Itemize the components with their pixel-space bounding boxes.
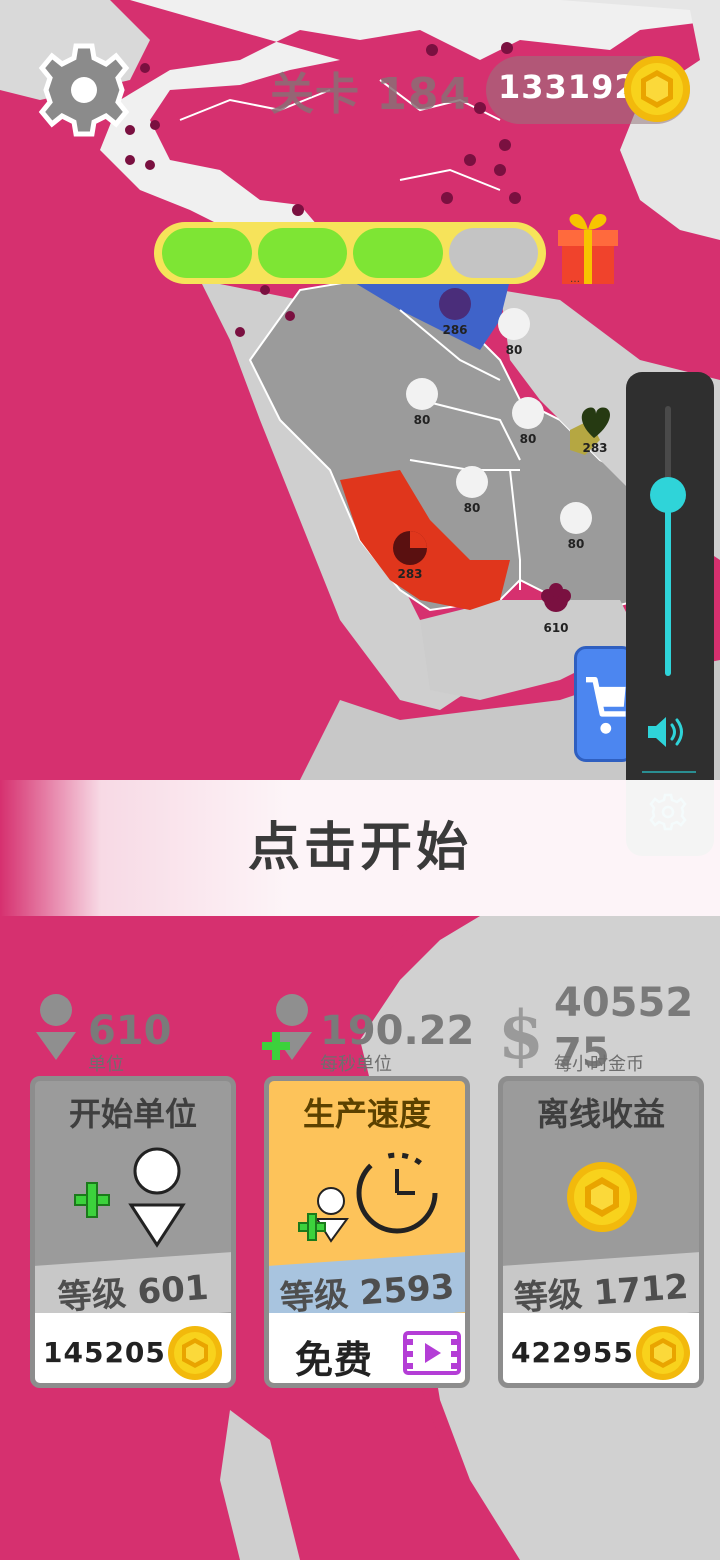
start-units-value: 610 [88,1008,172,1054]
unit-icon [262,994,312,1060]
upgrade-start-units-card[interactable]: 开始单位 等级 601 145205 [30,1076,236,1388]
level-title: 关卡 184 [270,69,472,120]
svg-text:…: … [570,274,580,285]
progress-segment [353,228,443,278]
clock-icon [298,1152,438,1243]
dollar-icon: $ [498,996,544,1074]
marker-blue[interactable]: 286 [439,288,471,337]
land-turkey [100,0,720,260]
upgrade-offline-card[interactable]: 离线收益 等级 1712 422955 [498,1076,704,1388]
coin-icon [636,1326,690,1380]
card-title: 开始单位 [68,1095,197,1133]
panel-divider [642,771,696,773]
svg-text:80: 80 [414,413,431,427]
svg-text:283: 283 [582,441,607,455]
upgrade-production-card[interactable]: 生产速度 等级 2593 免费 [264,1076,470,1388]
svg-text:80: 80 [568,537,585,551]
progress-segment [162,228,252,278]
coin-amount: 133192 [498,68,638,106]
start-units-label: 单位 [88,1054,124,1075]
svg-text:80: 80 [464,501,481,515]
shop-button[interactable] [574,646,634,762]
production-speed-label: 每秒单位 [320,1054,392,1075]
card-price: 免费 [295,1338,374,1382]
progress-segment [448,228,538,278]
coin-icon [168,1326,222,1380]
card-price: 422955 [511,1336,634,1369]
card-title: 生产速度 [302,1095,431,1133]
marker-red[interactable]: 283 [393,531,427,581]
speaker-icon[interactable] [646,712,690,752]
gift-icon[interactable]: … [556,208,620,286]
cart-icon [586,677,626,734]
settings-button[interactable] [34,40,134,140]
unit-icon [36,994,76,1060]
svg-text:610: 610 [543,621,568,635]
start-prompt[interactable]: 点击开始 [0,780,720,916]
gear-icon [38,43,130,137]
progress-segment [257,228,347,278]
volume-slider-knob[interactable] [650,477,686,514]
offline-gold-value: 40552 [554,980,694,1026]
coin-icon [624,56,690,122]
card-price: 145205 [43,1336,166,1369]
svg-text:283: 283 [397,567,422,581]
offline-gold-label: 每小时金币 [554,1054,644,1075]
marker-label: 286 [442,323,467,337]
card-title: 离线收益 [536,1095,665,1133]
unit-plus-icon [74,1147,186,1248]
video-icon [403,1331,461,1375]
level-progress-bar [154,222,546,284]
svg-text:80: 80 [520,432,537,446]
svg-text:80: 80 [506,343,523,357]
volume-slider-fill [665,495,671,676]
production-speed-value: 190.22 [320,1008,475,1054]
coin-icon [567,1162,637,1232]
